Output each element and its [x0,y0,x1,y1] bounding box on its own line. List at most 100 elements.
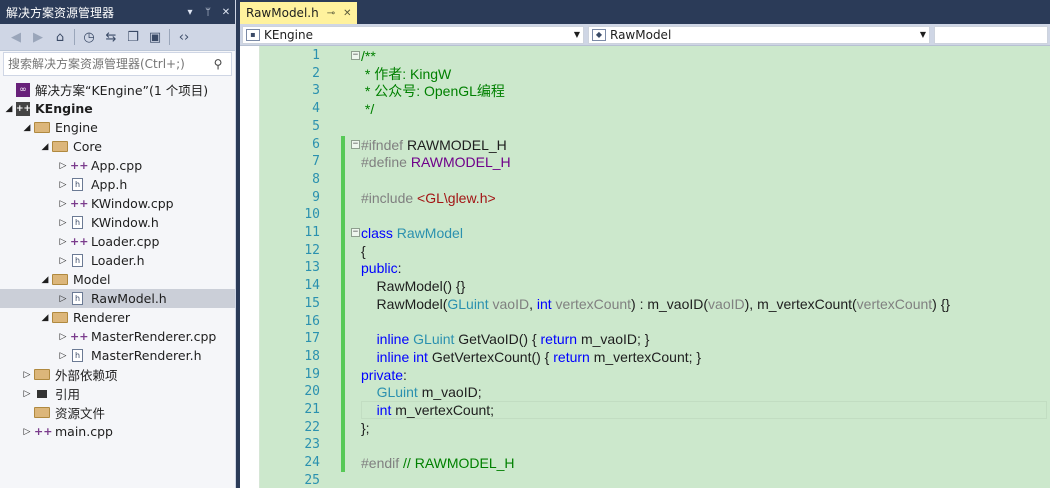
tree-item[interactable]: ▷ 引用 [0,384,235,403]
tree-item[interactable]: ▷ ++ Loader.cpp [0,232,235,251]
expanded-arrow-icon[interactable]: ◢ [20,123,34,133]
code-token: <GL\glew.h> [417,189,496,206]
collapse-region-icon[interactable]: − [351,51,360,60]
code-line[interactable]: 25 [240,472,1050,488]
tree-item[interactable]: ∞ 解决方案“KEngine”(1 个项目) [0,80,235,99]
change-indicator [341,259,345,278]
collapsed-arrow-icon[interactable]: ▷ [20,427,34,437]
code-line[interactable]: 21 int m_vertexCount; [240,401,1050,419]
code-line[interactable]: 20 GLuint m_vaoID; [240,383,1050,402]
code-line[interactable]: 15 RawModel(GLuint vaoID, int vertexCoun… [240,294,1050,313]
tree-item[interactable]: ◢ Engine [0,118,235,137]
tree-item[interactable]: 资源文件 [0,403,235,422]
search-icon[interactable]: ⚲ [205,57,231,71]
forward-icon[interactable]: ▶ [28,27,48,47]
collapse-region-icon[interactable]: − [351,139,360,149]
line-number: 13 [304,260,320,276]
code-line[interactable]: 6 − #ifndef RAWMODEL_H [240,135,1050,154]
pending-changes-icon[interactable]: ◷ [79,27,99,47]
expanded-arrow-icon[interactable]: ◢ [38,275,52,285]
tree-item[interactable]: ◢ Core [0,137,235,156]
collapsed-arrow-icon[interactable]: ▷ [56,218,70,228]
code-line[interactable]: 17 inline GLuint GetVaoID() { return m_v… [240,330,1050,349]
code-line[interactable]: 12 { [240,241,1050,260]
tree-item[interactable]: ◢ Renderer [0,308,235,327]
collapsed-arrow-icon[interactable]: ▷ [56,256,70,266]
tab-rawmodel-h[interactable]: RawModel.h ⊸ ✕ [240,2,358,24]
code-line[interactable]: 18 inline int GetVertexCount() { return … [240,347,1050,366]
close-icon[interactable]: ✕ [217,7,235,18]
view-code-icon[interactable]: ‹› [174,27,194,47]
code-area[interactable]: 1−/** 2 * 作者: KingW 3 * 公众号: OpenGL编程 4 */5… [240,46,1050,488]
tree-item[interactable]: ▷ ++ MasterRenderer.cpp [0,327,235,346]
collapse-region-icon[interactable]: − [351,228,360,237]
scope-dropdown[interactable]: ▪ KEngine ▼ [242,25,584,44]
tree-item[interactable]: ▷ h Loader.h [0,251,235,270]
show-all-files-icon[interactable]: ▣ [145,27,165,47]
chevron-down-icon[interactable]: ▼ [571,30,583,39]
tree-item[interactable]: ▷ 外部依赖项 [0,365,235,384]
class-icon: ◆ [592,28,606,41]
tree-item[interactable]: ▷ h KWindow.h [0,213,235,232]
expanded-arrow-icon[interactable]: ◢ [2,104,16,114]
code-line[interactable]: 1 −/** [240,47,1050,65]
collapsed-arrow-icon[interactable]: ▷ [56,294,70,304]
collapsed-arrow-icon[interactable]: ▷ [56,237,70,247]
tree-item[interactable]: ▷ h RawModel.h [0,289,235,308]
chevron-down-icon[interactable]: ▼ [917,30,929,39]
code-line[interactable]: 19 private: [240,365,1050,384]
pin-icon[interactable]: ᛘ [199,7,217,18]
code-text: */ [361,100,374,118]
toolbar-separator [169,29,170,45]
collapsed-arrow-icon[interactable]: ▷ [56,351,70,361]
tree-item[interactable]: ▷ ++ App.cpp [0,156,235,175]
home-icon[interactable]: ⌂ [50,27,70,47]
code-line[interactable]: 2 * 作者: KingW [240,65,1050,83]
code-line[interactable]: 7 #define RAWMODEL_H [240,153,1050,172]
code-line[interactable]: 8 [240,170,1050,189]
tree-item[interactable]: ▷ ++ KWindow.cpp [0,194,235,213]
collapsed-arrow-icon[interactable]: ▷ [20,370,34,380]
tree-item[interactable]: ◢ ++ KEngine [0,99,235,118]
tree-item[interactable]: ◢ Model [0,270,235,289]
solution-search-box[interactable]: ⚲ [3,52,232,76]
code-text: #endif // RAWMODEL_H [361,454,515,472]
tree-item[interactable]: ▷ h MasterRenderer.h [0,346,235,365]
collapse-all-icon[interactable]: ❐ [123,27,143,47]
code-line[interactable]: 5 [240,118,1050,136]
pin-tab-icon[interactable]: ⊸ [327,8,335,19]
expanded-arrow-icon[interactable]: ◢ [38,142,52,152]
function-dropdown[interactable] [934,25,1048,44]
code-text: public: [361,259,401,277]
solution-search-input[interactable] [8,57,205,71]
collapsed-arrow-icon[interactable]: ▷ [20,389,34,399]
collapsed-arrow-icon[interactable]: ▷ [56,199,70,209]
collapsed-arrow-icon[interactable]: ▷ [56,180,70,190]
code-line[interactable]: 24 #endif // RAWMODEL_H [240,454,1050,473]
tree-item[interactable]: ▷ ++ main.cpp [0,422,235,441]
code-line[interactable]: 14 RawModel() {} [240,277,1050,296]
code-line[interactable]: 16 [240,312,1050,331]
sync-icon[interactable]: ⇆ [101,27,121,47]
code-line[interactable]: 9 #include <GL\glew.h> [240,188,1050,207]
close-tab-icon[interactable]: ✕ [343,8,351,19]
code-line[interactable]: 3 * 公众号: OpenGL编程 [240,82,1050,100]
collapsed-arrow-icon[interactable]: ▷ [56,332,70,342]
code-line[interactable]: 23 [240,436,1050,455]
code-line[interactable]: 13 public: [240,259,1050,278]
code-token: , [529,295,537,312]
tree-item[interactable]: ▷ h App.h [0,175,235,194]
code-line[interactable]: 11 − class RawModel [240,224,1050,242]
tree-item-label: Engine [55,120,98,135]
tree-item-label: RawModel.h [91,291,167,306]
back-icon[interactable]: ◀ [6,27,26,47]
code-line[interactable]: 10 [240,206,1050,225]
code-line[interactable]: 22}; [240,418,1050,437]
panel-menu-icon[interactable]: ▾ [181,7,199,18]
header-file-icon: h [72,216,83,229]
collapsed-arrow-icon[interactable]: ▷ [56,161,70,171]
expanded-arrow-icon[interactable]: ◢ [38,313,52,323]
code-line[interactable]: 4 */ [240,100,1050,118]
member-dropdown[interactable]: ◆ RawModel ▼ [588,25,930,44]
